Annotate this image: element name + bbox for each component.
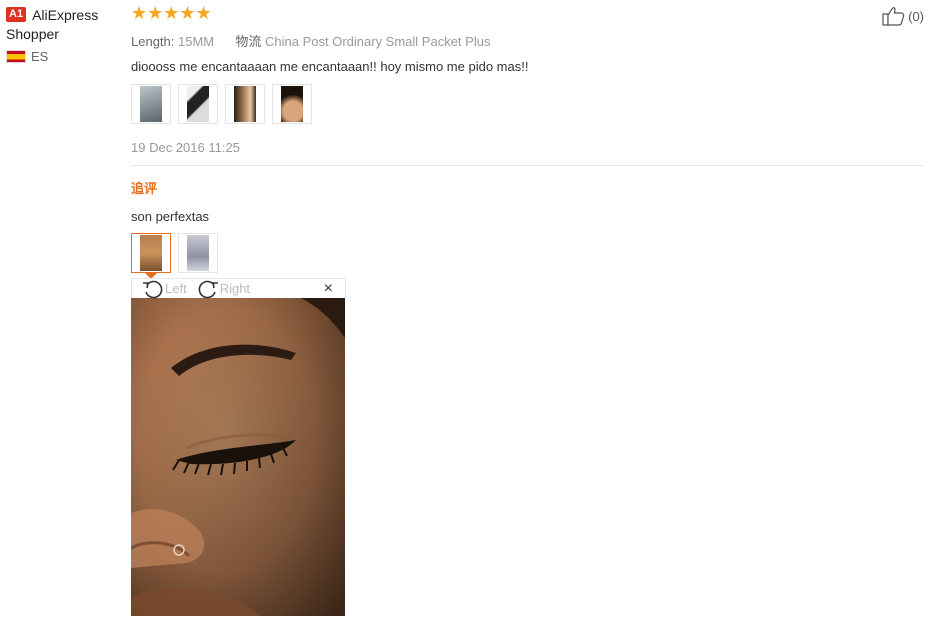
shipping-value: China Post Ordinary Small Packet Plus xyxy=(265,34,491,49)
review-photo-thumb[interactable] xyxy=(131,84,171,124)
spain-flag-icon xyxy=(6,50,26,63)
photo-viewer: Left Right × xyxy=(131,278,346,616)
rotate-right-label: Right xyxy=(219,281,251,296)
shipping-label: 物流 xyxy=(235,34,262,49)
review-photo-thumb[interactable] xyxy=(225,84,265,124)
reviewer-country: ES xyxy=(6,49,124,64)
review-photo-thumb[interactable] xyxy=(178,84,218,124)
review-body: ★★★★★ Length: 15MM 物流 China Post Ordinar… xyxy=(131,4,924,279)
photo-image xyxy=(187,86,209,122)
photo-image xyxy=(187,235,209,271)
rotate-left-icon xyxy=(143,280,163,298)
length-label: Length: xyxy=(131,34,175,49)
followup-title: 追评 xyxy=(131,181,158,196)
followup-photo-thumb[interactable] xyxy=(178,233,218,273)
photo-image xyxy=(140,235,162,271)
star-rating: ★★★★★ xyxy=(131,3,212,23)
viewer-toolbar: Left Right × xyxy=(131,278,346,298)
review-photo-large xyxy=(131,298,345,616)
rotate-right-icon xyxy=(198,280,218,298)
photo-image xyxy=(234,86,256,122)
user-level-badge: A1 xyxy=(6,7,27,22)
reviewer-name: AliExpress xyxy=(32,7,99,23)
divider xyxy=(131,165,924,166)
followup-photo-thumb-selected[interactable] xyxy=(131,233,171,273)
photo-image xyxy=(140,86,162,122)
length-value: 15MM xyxy=(178,34,215,49)
review-photos xyxy=(131,84,924,124)
rotate-left-label: Left xyxy=(165,281,187,296)
followup-photos xyxy=(131,233,924,273)
review-date: 19 Dec 2016 11:25 xyxy=(131,140,240,155)
review-photo-thumb[interactable] xyxy=(272,84,312,124)
reviewer-info: A1 AliExpress Shopper ES xyxy=(6,6,124,64)
rotate-right-button[interactable]: Right xyxy=(197,279,250,299)
review-text: dioooss me encantaaaan me encantaaan!! h… xyxy=(131,59,529,74)
review-meta: Length: 15MM 物流 China Post Ordinary Smal… xyxy=(131,31,924,50)
photo-image xyxy=(281,86,303,122)
country-code: ES xyxy=(31,49,49,64)
followup-text: son perfextas xyxy=(131,209,210,224)
close-viewer-button[interactable]: × xyxy=(324,280,333,298)
rotate-left-button[interactable]: Left xyxy=(142,279,187,299)
reviewer-name-line2: Shopper xyxy=(6,26,59,42)
